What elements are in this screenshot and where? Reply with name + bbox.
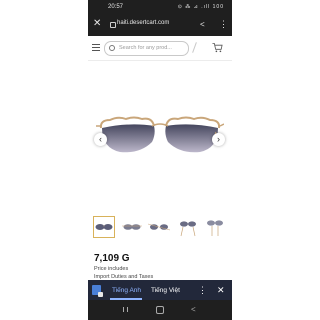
lock-icon [110,22,116,28]
status-time: 20:57 [108,4,124,10]
home-icon[interactable] [156,306,164,314]
product-image-gallery: ‹ › [88,62,232,212]
thumbnail[interactable] [121,216,143,238]
close-icon[interactable]: ✕ [93,18,101,29]
search-input[interactable]: Search for any prod... [104,41,189,56]
site-header: Search for any prod... [88,36,232,61]
product-price: 7,109 G [94,253,130,264]
status-icons: ⊙ ⁂ ⊿ .ıll 100 [177,4,224,10]
thumbnail-sunglasses-icon [147,223,171,231]
more-vert-icon[interactable]: ⋮ [219,19,228,30]
search-placeholder: Search for any prod... [119,45,172,51]
translate-bar: Tiếng Anh Tiếng Việt ⋮ ✕ [88,280,232,300]
price-note: Price includes Import Duties and Taxes [94,266,153,281]
translate-more-icon[interactable]: ⋮ [198,285,207,296]
thumbnail[interactable] [204,216,226,238]
sunglasses-image [96,116,224,153]
search-icon [109,45,115,51]
status-bar: 20:57 ⊙ ⁂ ⊿ .ıll 100 [88,0,232,14]
price-note-line2: Import Duties and Taxes [94,273,154,280]
next-image-button[interactable]: › [212,133,225,146]
previous-image-button[interactable]: ‹ [94,133,107,146]
system-nav-bar: < [88,300,232,320]
share-icon[interactable]: < [200,20,205,29]
browser-url-bar: ✕ haiti.desertcart.com < ⋮ [88,14,232,36]
divider [192,42,197,53]
hamburger-menu-icon[interactable] [92,44,100,53]
google-translate-icon [92,285,103,297]
back-icon[interactable]: < [191,305,196,314]
tab-source-language[interactable]: Tiếng Anh [112,287,141,294]
translate-close-icon[interactable]: ✕ [217,285,225,296]
thumbnail[interactable] [93,216,115,238]
thumbnail-sunglasses-icon [207,220,223,236]
tab-target-language[interactable]: Tiếng Việt [151,287,180,294]
thumbnail-sunglasses-icon [180,221,196,237]
thumbnail-strip [93,216,227,240]
cart-icon[interactable] [212,42,223,53]
recents-icon[interactable] [123,307,128,312]
price-note-line1: Price includes [94,266,129,272]
thumbnail-sunglasses-icon [122,224,142,230]
thumbnail[interactable] [177,216,199,238]
phone-screen: 20:57 ⊙ ⁂ ⊿ .ıll 100 ✕ haiti.desertcart.… [88,0,232,320]
url-text[interactable]: haiti.desertcart.com [117,20,169,26]
thumbnail-sunglasses-icon [95,224,113,230]
thumbnail[interactable] [147,216,171,238]
